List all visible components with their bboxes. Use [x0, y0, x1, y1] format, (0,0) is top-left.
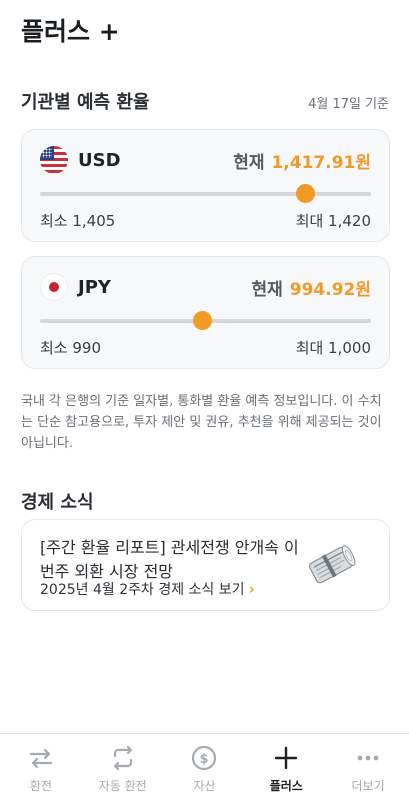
tab-label: 더보기 — [351, 779, 385, 793]
dollar-coin-icon: $ — [192, 745, 217, 771]
rate-card-jpy[interactable]: JPY 현재 994.92원 최소 990 최대 1,000 — [21, 256, 390, 369]
current-label: 현재 — [251, 279, 283, 300]
tab-label: 환전 — [29, 779, 52, 793]
rate-card-header: JPY 현재 994.92원 — [40, 273, 371, 301]
tab-auto-exchange[interactable]: 자동 환전 — [82, 734, 164, 806]
news-headline: [주간 환율 리포트] 관세전쟁 안개속 이번주 외환 시장 전망 — [40, 538, 299, 581]
exchange-arrows-icon — [29, 748, 52, 769]
max-rate: 최대 1,420 — [295, 212, 371, 230]
tab-more[interactable]: 더보기 — [327, 734, 409, 806]
forecast-section-header: 기관별 예측 환율 4월 17일 기준 — [21, 88, 389, 114]
forecast-section-title: 기관별 예측 환율 — [21, 92, 150, 113]
rate-card-usd[interactable]: USD 현재 1,417.91원 최소 1,405 최대 1,420 — [21, 129, 390, 242]
tab-label: 자산 — [193, 779, 216, 793]
min-rate: 최소 1,405 — [40, 212, 116, 230]
rate-range-slider — [40, 311, 371, 330]
slider-thumb — [295, 184, 315, 203]
rolled-newspaper-icon — [308, 545, 356, 584]
tab-assets[interactable]: $ 자산 — [164, 734, 246, 806]
slider-thumb — [193, 311, 213, 330]
plus-icon — [275, 746, 298, 770]
tab-label: 플러스 — [269, 779, 303, 793]
page-title: 플러스 + — [21, 17, 120, 46]
auto-exchange-icon — [113, 745, 132, 771]
news-section-title: 경제 소식 — [21, 492, 94, 513]
news-card[interactable]: [주간 환율 리포트] 관세전쟁 안개속 이번주 외환 시장 전망 2025년 … — [21, 519, 390, 611]
tab-plus[interactable]: 플러스 — [245, 734, 327, 806]
forecast-date: 4월 17일 기준 — [308, 97, 389, 112]
us-flag-icon — [40, 146, 68, 174]
news-section-header: 경제 소식 — [21, 488, 389, 514]
svg-text:$: $ — [200, 752, 209, 767]
chevron-right-icon: › — [248, 580, 255, 598]
min-rate: 최소 990 — [40, 339, 101, 357]
bottom-tab-bar: 환전 자동 환전 $ 자산 플러스 더보기 — [0, 733, 409, 806]
more-dots-icon — [357, 755, 379, 761]
tab-exchange[interactable]: 환전 — [0, 734, 82, 806]
current-rate: 1,417.91원 — [271, 152, 371, 173]
current-rate: 994.92원 — [289, 279, 371, 300]
news-link-label: 2025년 4월 2주차 경제 소식 보기 — [40, 582, 245, 598]
rate-card-header: USD 현재 1,417.91원 — [40, 146, 371, 174]
rate-range-slider — [40, 184, 371, 203]
current-label: 현재 — [233, 152, 265, 173]
max-rate: 최대 1,000 — [295, 339, 371, 357]
disclaimer-text: 국내 각 은행의 기준 일자별, 통화별 환율 예측 정보입니다. 이 수치는 … — [21, 394, 382, 451]
currency-code: JPY — [78, 276, 111, 298]
currency-code: USD — [78, 149, 121, 171]
japan-flag-icon — [40, 273, 68, 301]
tab-label: 자동 환전 — [98, 779, 147, 793]
news-link[interactable]: 2025년 4월 2주차 경제 소식 보기 › — [40, 579, 255, 599]
